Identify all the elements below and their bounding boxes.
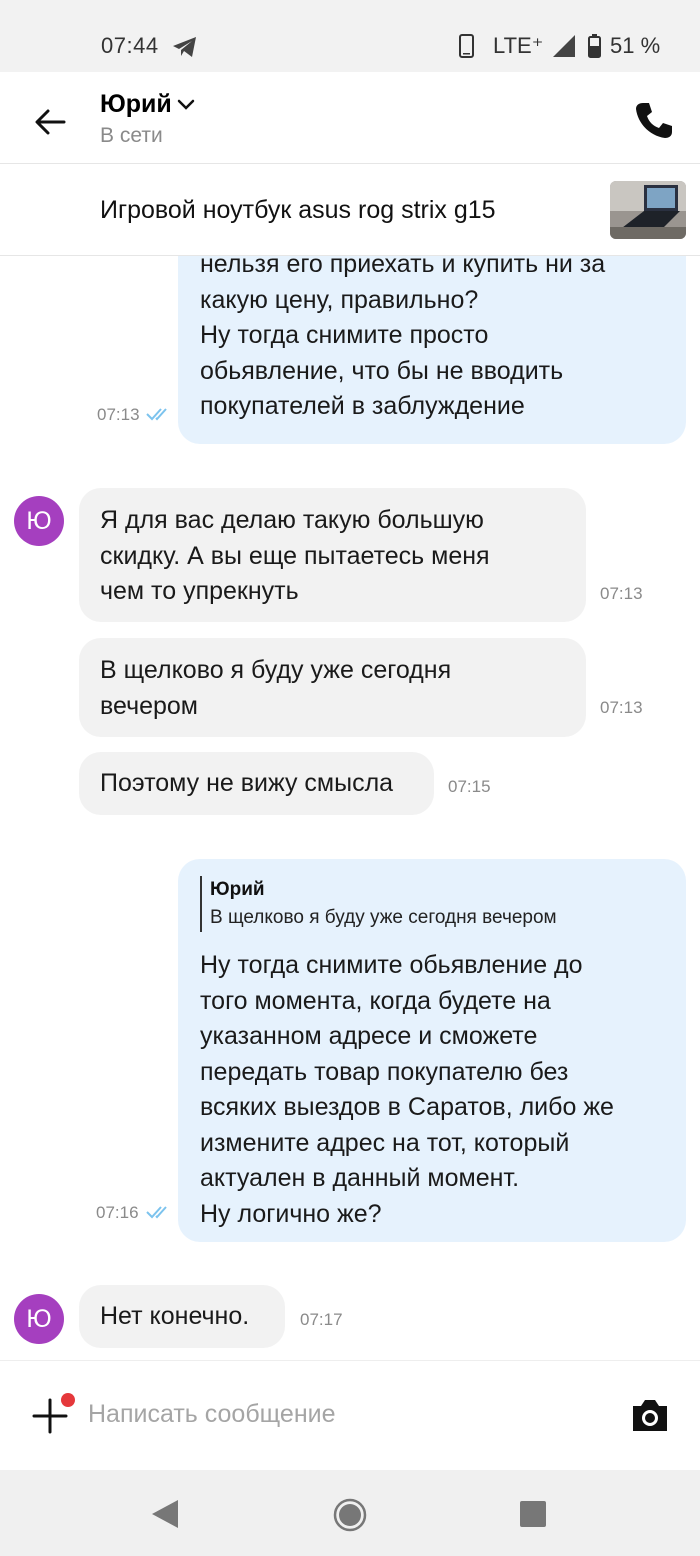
network-type: LTE⁺ [493,33,544,58]
message-time: 07:13 [600,584,643,603]
message-time: 07:16 [96,1203,139,1222]
contact-status: В сети [100,124,163,147]
listing-thumbnail[interactable] [610,181,686,239]
read-ticks-icon [146,1206,167,1219]
nav-recents-icon[interactable] [519,1500,547,1528]
message-text: Ну тогда снимите обьявление до того моме… [200,951,614,1228]
telegram-icon [173,37,196,57]
listing-bar[interactable]: Игровой ноутбук asus rog strix g15 [0,164,700,256]
chevron-down-icon[interactable] [177,98,195,112]
message-text: Нет конечно. [100,1302,250,1330]
message-outgoing[interactable]: нельзя его приехать и купить ни за какую… [178,256,686,444]
back-arrow-icon[interactable] [30,102,70,142]
system-nav-bar [0,1470,700,1556]
avatar[interactable]: Ю [14,1294,64,1344]
reply-quote[interactable]: Юрий В щелково я буду уже сегодня вечеро… [200,876,666,932]
message-list[interactable]: нельзя его приехать и купить ни за какую… [0,256,700,1360]
message-incoming[interactable]: Поэтому не вижу смысла [79,752,434,815]
message-text: В щелково я буду уже сегодня вечером [100,656,452,720]
avatar[interactable]: Ю [14,496,64,546]
message-incoming[interactable]: Нет конечно. [79,1285,285,1348]
status-time: 07:44 [101,33,159,58]
signal-icon [553,35,575,57]
message-incoming[interactable]: Я для вас делаю такую большую скидку. А … [79,488,586,622]
quote-author: Юрий [210,879,265,900]
nav-home-icon[interactable] [333,1498,367,1532]
contact-name[interactable]: Юрий [100,90,172,119]
message-outgoing[interactable]: Юрий В щелково я буду уже сегодня вечеро… [178,859,686,1242]
battery-icon [588,34,601,58]
message-composer [0,1360,700,1470]
message-time: 07:17 [300,1310,343,1329]
message-incoming[interactable]: В щелково я буду уже сегодня вечером [79,638,586,737]
message-text: Я для вас делаю такую большую скидку. А … [100,506,490,605]
message-input[interactable] [88,1391,608,1437]
message-time: 07:13 [97,405,140,424]
message-text: нельзя его приехать и купить ни за какую… [200,256,606,420]
message-time: 07:13 [600,698,643,717]
chat-header: Юрий В сети [0,72,700,164]
camera-icon[interactable] [630,1397,670,1433]
quote-text: В щелково я буду уже сегодня вечером [210,907,557,928]
listing-title[interactable]: Игровой ноутбук asus rog strix g15 [100,196,496,225]
notification-dot [61,1393,75,1407]
battery-percent: 51 % [610,33,661,58]
message-time: 07:15 [448,777,491,796]
phone-call-icon[interactable] [634,100,674,140]
status-bar: 07:44 LTE⁺ 51 % [0,0,700,72]
read-ticks-icon [146,408,167,421]
nav-back-icon[interactable] [150,1498,180,1530]
phone-icon [459,34,474,58]
message-text: Поэтому не вижу смысла [100,769,394,797]
